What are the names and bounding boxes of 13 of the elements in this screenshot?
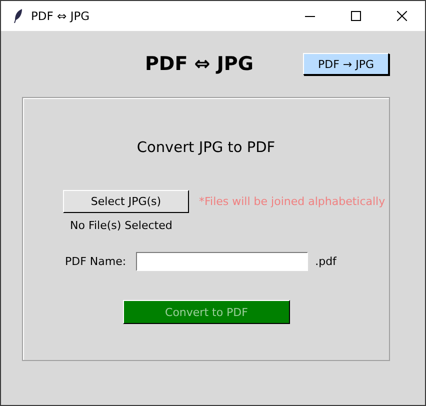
maximize-icon bbox=[351, 11, 361, 21]
feather-icon bbox=[13, 8, 23, 24]
extension-label: .pdf bbox=[315, 255, 336, 268]
file-status: No File(s) Selected bbox=[70, 219, 174, 232]
close-icon bbox=[397, 11, 407, 21]
app-heading: PDF ⇔ JPG bbox=[145, 53, 254, 75]
mode-switch-button[interactable]: PDF → JPG bbox=[303, 53, 389, 75]
panel-title: Convert JPG to PDF bbox=[136, 140, 276, 156]
pdf-name-field[interactable] bbox=[136, 252, 308, 271]
select-files-button[interactable]: Select JPG(s) bbox=[63, 190, 189, 213]
hint-text: *Files will be joined alphabetically bbox=[199, 195, 386, 208]
pdf-name-label: PDF Name: bbox=[65, 255, 126, 268]
window-title: PDF ⇔ JPG bbox=[31, 9, 91, 23]
